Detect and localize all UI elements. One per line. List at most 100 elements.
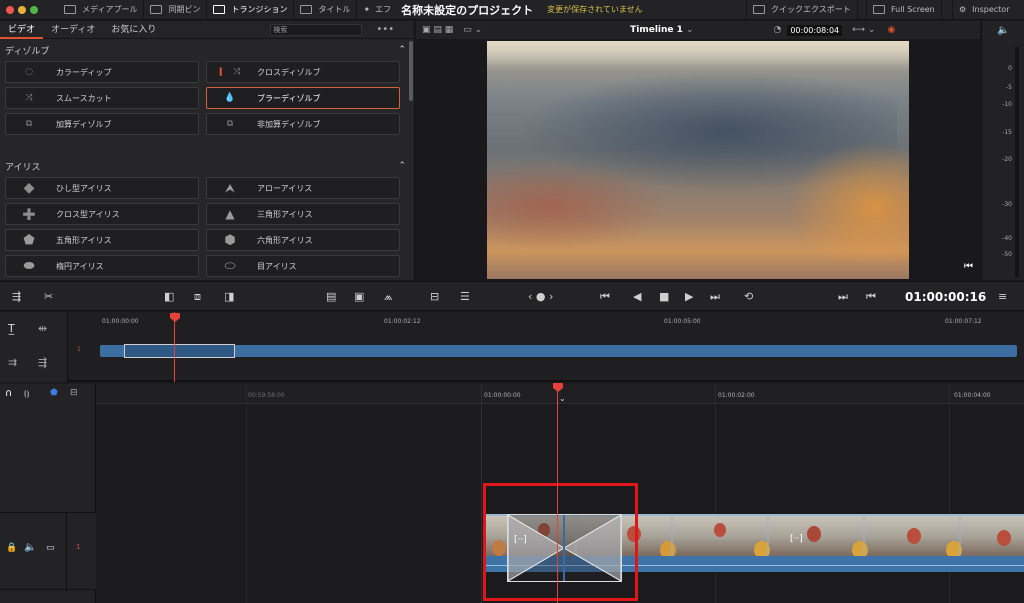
diamond-icon: ◆ bbox=[23, 180, 35, 196]
overview-visible-range[interactable] bbox=[124, 344, 235, 358]
play-reverse-button[interactable]: ◀ bbox=[633, 290, 641, 303]
dissolve-grid: ◌ カラーディップ ▍ ⤨ クロスディゾルブ ⤨ スムースカット 💧 ブラーディゾルブ ⧉… bbox=[0, 61, 414, 135]
jump-to-end-button[interactable]: ⏭ bbox=[710, 290, 720, 304]
maximize-window-button[interactable] bbox=[30, 5, 38, 14]
cross-icon: ✚ bbox=[22, 204, 36, 224]
close-window-button[interactable] bbox=[6, 5, 14, 14]
minimize-window-button[interactable] bbox=[18, 5, 26, 14]
link-icon[interactable]: ⦗⦘ bbox=[24, 389, 29, 399]
transition-smooth-cut[interactable]: ⤨ スムースカット bbox=[5, 87, 199, 109]
inspector-button[interactable]: ⚙ Inspector bbox=[952, 0, 1016, 20]
full-screen-button[interactable]: Full Screen bbox=[866, 0, 942, 20]
transition-cross-iris[interactable]: ✚ クロス型アイリス bbox=[5, 203, 199, 225]
chevron-up-icon: ⌃ bbox=[398, 161, 406, 171]
meter-label: 0 bbox=[1008, 65, 1012, 72]
blur-dissolve-icon: 💧 bbox=[224, 93, 236, 103]
overwrite-icon[interactable]: ▣ bbox=[354, 290, 364, 303]
more-options-button[interactable]: ••• bbox=[376, 24, 394, 35]
meter-label: -30 bbox=[1002, 201, 1012, 208]
transition-additive-dissolve[interactable]: ⧉ 加算ディゾルブ bbox=[5, 113, 199, 135]
overview-playhead[interactable] bbox=[174, 312, 175, 382]
track-height-icon[interactable]: T̲ bbox=[8, 322, 15, 335]
marker-icon[interactable]: ⬟ bbox=[50, 388, 58, 398]
quick-export-button[interactable]: クイックエクスポート bbox=[746, 0, 858, 20]
titles-button[interactable]: タイトル bbox=[294, 0, 358, 20]
slip-icon[interactable]: ◨ bbox=[224, 290, 234, 303]
video-enable-icon[interactable]: ▭ bbox=[46, 543, 55, 553]
jump-to-start-button[interactable]: ⏮ bbox=[600, 290, 610, 304]
section-header-dissolve[interactable]: ディゾルブ ⌃ bbox=[0, 39, 414, 61]
transition-dip-to-color[interactable]: ◌ カラーディップ bbox=[5, 61, 199, 83]
position-icon[interactable]: ⊟ bbox=[70, 388, 78, 398]
audio-track-icon[interactable]: ⇉ bbox=[8, 356, 17, 369]
top-toolbar: メディアプール 同期ビン トランジション タイトル ✦ エフ 名称未設定のプロジェ… bbox=[0, 0, 1024, 20]
overview-timeline: T̲ ⇹ ⇉ ⇶ 1 01:00:00:00 01:00:02:12 01:00… bbox=[0, 312, 1024, 382]
transition-triangle-iris[interactable]: ▲ 三角形アイリス bbox=[206, 203, 400, 225]
insert-icon[interactable]: ▤ bbox=[326, 290, 336, 303]
transition-eye-iris[interactable]: ⬭ 目アイリス bbox=[206, 255, 400, 277]
snap-icon[interactable]: ∩ bbox=[5, 388, 12, 399]
tab-favorites[interactable]: お気に入り bbox=[103, 21, 164, 39]
viewer-layout-icon[interactable]: ▣ ▤ ▦ bbox=[422, 25, 453, 35]
next-frame-icon[interactable]: ⏭ bbox=[838, 290, 848, 304]
transition-blur-dissolve[interactable]: 💧 ブラーディゾルブ bbox=[206, 87, 400, 109]
iris-grid: ◆ ひし型アイリス ⮝ アローアイリス ✚ クロス型アイリス ▲ 三角形アイリス ⬟ 五角… bbox=[0, 177, 414, 277]
eye-icon: ⬭ bbox=[224, 258, 236, 274]
lock-icon[interactable]: 🔒 bbox=[6, 543, 17, 553]
jump-to-start-icon[interactable]: ⏮ bbox=[964, 261, 973, 272]
effects-button[interactable]: ✦ エフ bbox=[357, 0, 397, 20]
stop-button[interactable]: ■ bbox=[659, 290, 669, 303]
edit-mode-icon[interactable]: ⇶ bbox=[12, 290, 21, 303]
scissors-icon[interactable]: ✂ bbox=[44, 290, 53, 303]
overlay-dropdown[interactable]: ⟷ ⌄ bbox=[852, 25, 875, 35]
loop-button[interactable]: ⟲ bbox=[744, 290, 753, 303]
tab-video[interactable]: ビデオ bbox=[0, 21, 44, 39]
color-icon[interactable]: ◉ bbox=[887, 25, 895, 35]
oval-icon: ⬬ bbox=[23, 258, 35, 274]
prev-frame-icon[interactable]: ⏮ bbox=[866, 290, 876, 304]
transitions-button[interactable]: トランジション bbox=[207, 0, 295, 20]
audio-meter: 🔈 0 -5 -10 -15 -20 -30 -40 -50 bbox=[981, 21, 1024, 280]
transport-controls-bar: ⇶ ✂ ◧ ⧈ ◨ ▤ ▣ ⩕ ⊟ ☰ ‹ ● › ⏮ ◀ ■ ▶ ⏭ ⟲ ⏭ … bbox=[0, 281, 1024, 311]
trim-end-icon[interactable]: ⧈ bbox=[194, 290, 201, 304]
audio-wave-icon[interactable]: ⇶ bbox=[38, 356, 47, 369]
timeline-playhead[interactable] bbox=[557, 384, 558, 603]
chevron-down-icon: ⌄ bbox=[559, 394, 566, 403]
audio-clip-icon[interactable]: ⊟ bbox=[430, 290, 439, 303]
video-track-header: 🔒 🔈 ▭ 1 bbox=[0, 512, 96, 591]
track-split-icon[interactable]: ⇹ bbox=[38, 322, 47, 335]
viewer-header: ▣ ▤ ▦ ▭ ⌄ Timeline 1 ⌄ ◔ 00:00:08:04 ⟷ ⌄… bbox=[416, 21, 980, 39]
prev-marker-icon[interactable]: ‹ ● › bbox=[528, 290, 553, 303]
playhead-timecode: 01:00:00:16 bbox=[905, 290, 987, 304]
effects-scrollbar[interactable] bbox=[409, 41, 413, 101]
transition-arrow-iris[interactable]: ⮝ アローアイリス bbox=[206, 177, 400, 199]
transition-cross-dissolve[interactable]: ▍ ⤨ クロスディゾルブ bbox=[206, 61, 400, 83]
menu-icon[interactable]: ≡ bbox=[998, 290, 1007, 303]
timecode-tick: 01:00:00:00 bbox=[484, 392, 521, 399]
play-button[interactable]: ▶ bbox=[685, 290, 693, 303]
audio-enable-icon[interactable]: 🔈 bbox=[24, 542, 36, 553]
timecode-tick: 01:00:02:00 bbox=[718, 392, 755, 399]
timecode-tick: 01:00:07:12 bbox=[945, 318, 982, 325]
sync-bin-button[interactable]: 同期ビン bbox=[144, 0, 208, 20]
media-pool-button[interactable]: メディアプール bbox=[58, 0, 145, 20]
transitions-icon bbox=[213, 5, 226, 14]
highlight-box bbox=[483, 483, 638, 601]
tab-audio[interactable]: オーディオ bbox=[43, 21, 103, 39]
section-header-iris[interactable]: アイリス ⌃ bbox=[0, 155, 414, 177]
meter-label: -40 bbox=[1002, 235, 1012, 242]
trim-start-icon[interactable]: ◧ bbox=[164, 290, 174, 303]
transition-pentagon-iris[interactable]: ⬟ 五角形アイリス bbox=[5, 229, 199, 251]
timeline-selector[interactable]: Timeline 1 bbox=[630, 25, 683, 35]
sliders-icon[interactable]: ☰ bbox=[460, 290, 470, 303]
transition-diamond-iris[interactable]: ◆ ひし型アイリス bbox=[5, 177, 199, 199]
titles-icon bbox=[300, 5, 313, 14]
speaker-icon[interactable]: 🔈 bbox=[997, 25, 1009, 36]
overview-clip-track[interactable] bbox=[100, 345, 1017, 357]
viewer-size-dropdown[interactable]: ▭ ⌄ bbox=[463, 25, 482, 35]
transition-non-additive-dissolve[interactable]: ⧉ 非加算ディゾルブ bbox=[206, 113, 400, 135]
effects-search-input[interactable]: 検索 bbox=[270, 23, 363, 36]
transition-hexagon-iris[interactable]: ⬢ 六角形アイリス bbox=[206, 229, 400, 251]
replace-icon[interactable]: ⩕ bbox=[384, 290, 393, 304]
transition-oval-iris[interactable]: ⬬ 楕円アイリス bbox=[5, 255, 199, 277]
